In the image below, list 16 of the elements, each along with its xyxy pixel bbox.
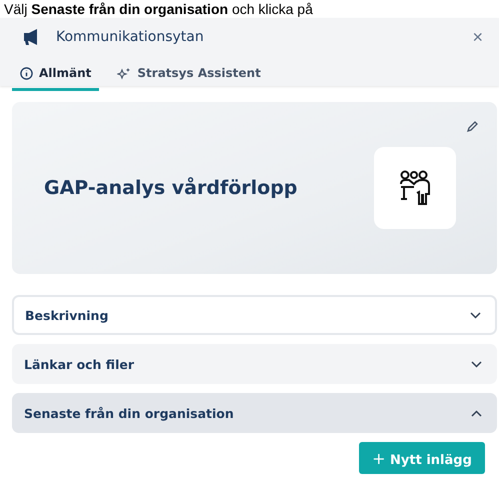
- accordion-header[interactable]: Beskrivning: [12, 295, 497, 335]
- chevron-up-icon: [471, 410, 482, 416]
- instruction-text: Välj Senaste från din organisation och klicka på: [3, 0, 314, 18]
- tab[interactable]: Stratsys Assistent: [109, 60, 269, 91]
- panel-title: Kommunikationsytan: [56, 29, 205, 45]
- chevron-down-icon: [470, 312, 481, 318]
- sparkle-icon: [117, 66, 132, 80]
- accordion-header[interactable]: Senaste från din organisation: [12, 393, 497, 433]
- people-meeting-icon: [399, 170, 431, 206]
- edit-icon[interactable]: [466, 120, 479, 133]
- accordion-header[interactable]: Länkar och filer: [12, 344, 497, 384]
- tab[interactable]: Allmänt: [12, 60, 100, 91]
- close-button[interactable]: ×: [468, 26, 487, 48]
- hero-title: GAP-analys vårdförlopp: [44, 177, 298, 199]
- info-icon: [20, 66, 33, 80]
- chevron-down-icon: [471, 360, 482, 368]
